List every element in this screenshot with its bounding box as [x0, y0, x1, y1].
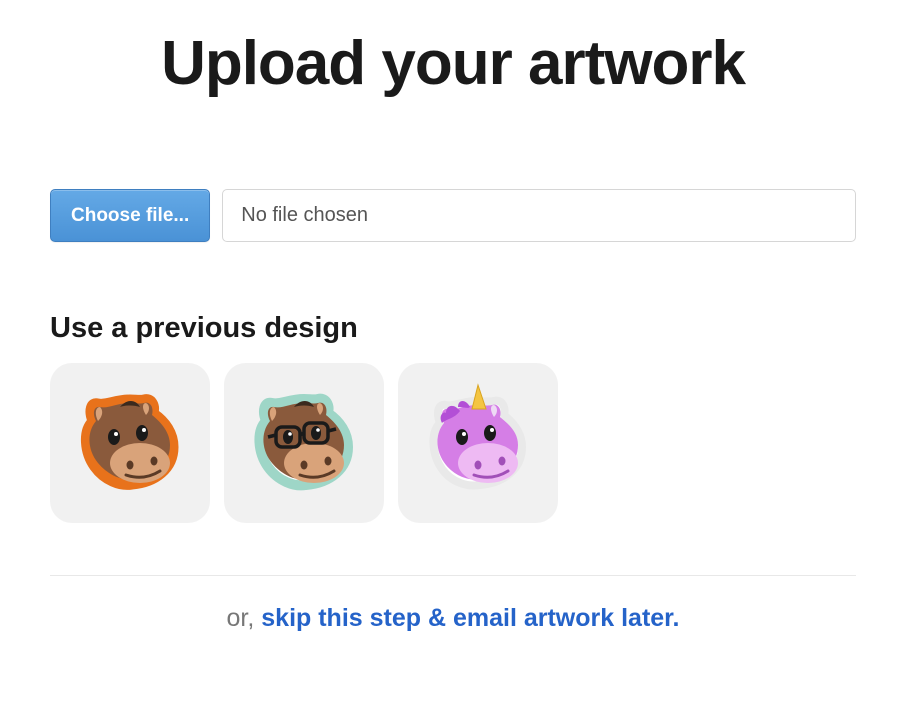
choose-file-button[interactable]: Choose file...: [50, 189, 210, 242]
unicorn-pink-icon: [418, 381, 538, 506]
section-divider: [50, 575, 856, 576]
donkey-glasses-teal-icon: [244, 381, 364, 506]
donkey-orange-icon: [70, 381, 190, 506]
previous-design-grid: [50, 363, 856, 523]
previous-design-heading: Use a previous design: [50, 312, 856, 345]
page-title: Upload your artwork: [50, 28, 856, 99]
skip-step-link[interactable]: skip this step & email artwork later.: [261, 604, 679, 632]
skip-step-row: or, skip this step & email artwork later…: [50, 604, 856, 633]
file-status-display[interactable]: No file chosen: [222, 189, 856, 242]
previous-design-tile[interactable]: [50, 363, 210, 523]
previous-design-tile[interactable]: [224, 363, 384, 523]
upload-row: Choose file... No file chosen: [50, 189, 856, 242]
previous-design-tile[interactable]: [398, 363, 558, 523]
skip-prefix: or,: [227, 604, 262, 632]
